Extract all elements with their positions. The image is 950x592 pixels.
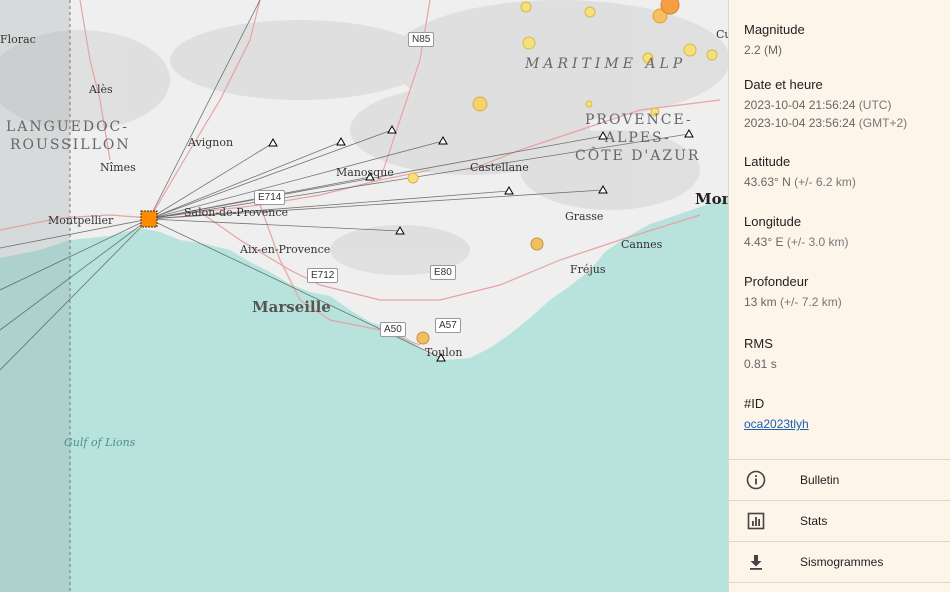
rms-label: RMS: [744, 336, 773, 351]
date-local-tz: (GMT+2): [858, 116, 908, 130]
event-marker[interactable]: [472, 96, 488, 112]
depth-value-row: 13 km (+/- 7.2 km): [744, 293, 842, 311]
depth-field: Profondeur 13 km (+/- 7.2 km): [744, 274, 842, 311]
city-label: Toulon: [425, 346, 463, 359]
event-marker[interactable]: [660, 0, 680, 15]
event-marker[interactable]: [522, 36, 536, 50]
city-label: Alès: [89, 83, 113, 96]
city-label: Castellane: [470, 161, 529, 174]
city-label: Mon: [695, 190, 728, 208]
magnitude-label: Magnitude: [744, 22, 805, 37]
city-label: Avignon: [188, 136, 234, 149]
date-local-value: 2023-10-04 23:56:24: [744, 116, 856, 130]
date-utc-tz: (UTC): [858, 98, 892, 112]
event-marker[interactable]: [407, 172, 419, 184]
region-label: LANGUEDOC-: [6, 119, 130, 135]
out-of-region-shade: [0, 0, 70, 592]
city-label: Montpellier: [48, 214, 114, 227]
seismograms-label: Sismogrammes: [800, 555, 884, 569]
city-label: Nîmes: [100, 161, 136, 174]
bulletin-button[interactable]: Bulletin: [729, 459, 950, 500]
stats-button[interactable]: Stats: [729, 500, 950, 541]
latitude-label: Latitude: [744, 154, 791, 169]
date-field: Date et heure 2023-10-04 21:56:24 (UTC) …: [744, 77, 907, 132]
region-label: ROUSSILLON: [10, 137, 131, 153]
road-shield: A50: [380, 322, 406, 337]
download-icon: [744, 550, 768, 574]
longitude-uncertainty: (+/- 3.0 km): [786, 235, 849, 249]
map[interactable]: Florac Alès Avignon Nîmes Montpellier Sa…: [0, 0, 728, 592]
city-label-marseille: Marseille: [252, 298, 331, 316]
id-label: #ID: [744, 396, 765, 411]
event-id-link[interactable]: oca2023tlyh: [744, 417, 809, 431]
event-marker[interactable]: [585, 100, 593, 108]
chart-icon: [744, 509, 768, 533]
region-label: PROVENCE-: [585, 112, 693, 128]
seismograms-button[interactable]: Sismogrammes: [729, 541, 950, 583]
city-label: Aix-en-Provence: [240, 243, 331, 256]
latitude-value: 43.63° N: [744, 175, 791, 189]
region-label: ALPES-: [605, 130, 671, 146]
magnitude-value: 2.2 (M): [744, 43, 783, 57]
depth-uncertainty: (+/- 7.2 km): [780, 295, 842, 309]
city-label: Grasse: [565, 210, 604, 223]
city-label: Fréjus: [570, 263, 606, 276]
event-marker[interactable]: [520, 1, 532, 13]
depth-label: Profondeur: [744, 274, 809, 289]
longitude-label: Longitude: [744, 214, 802, 229]
rms-value: 0.81 s: [744, 357, 777, 371]
road-shield: N85: [408, 32, 435, 47]
longitude-value-row: 4.43° E (+/- 3.0 km): [744, 233, 849, 251]
bulletin-label: Bulletin: [800, 473, 840, 487]
id-field: #ID oca2023tlyh: [744, 396, 809, 433]
event-marker[interactable]: [530, 237, 544, 251]
info-icon: [744, 468, 768, 492]
road-shield: E712: [307, 268, 339, 283]
date-utc-value: 2023-10-04 21:56:24: [744, 98, 856, 112]
event-marker[interactable]: [416, 331, 430, 345]
longitude-value: 4.43° E: [744, 235, 784, 249]
epicenter-marker[interactable]: [140, 210, 158, 228]
date-utc: 2023-10-04 21:56:24 (UTC) 2023-10-04 23:…: [744, 96, 907, 132]
date-label: Date et heure: [744, 77, 823, 92]
road-shield: A57: [435, 318, 461, 333]
depth-value: 13 km: [744, 295, 777, 309]
latitude-value-row: 43.63° N (+/- 6.2 km): [744, 173, 856, 191]
city-label: Salon-de-Provence: [184, 206, 289, 219]
latitude-uncertainty: (+/- 6.2 km): [794, 175, 856, 189]
latitude-field: Latitude 43.63° N (+/- 6.2 km): [744, 154, 856, 191]
city-label: Cu: [716, 28, 728, 41]
rms-field: RMS 0.81 s: [744, 336, 777, 373]
event-marker[interactable]: [706, 49, 718, 61]
region-label: CÔTE D'AZUR: [575, 148, 701, 164]
city-label: Manosque: [336, 166, 394, 179]
sea-label: Gulf of Lions: [64, 436, 136, 449]
stats-label: Stats: [800, 514, 828, 528]
road-shield: E80: [430, 265, 456, 280]
road-shield: E714: [254, 190, 286, 205]
event-details-panel: Magnitude 2.2 (M) Date et heure 2023-10-…: [728, 0, 950, 592]
magnitude-field: Magnitude 2.2 (M): [744, 22, 805, 59]
city-label: Cannes: [621, 238, 663, 251]
region-label: MARITIME ALP: [525, 56, 687, 72]
longitude-field: Longitude 4.43° E (+/- 3.0 km): [744, 214, 849, 251]
event-marker[interactable]: [584, 6, 596, 18]
city-label: Florac: [0, 33, 36, 46]
event-marker[interactable]: [683, 43, 697, 57]
